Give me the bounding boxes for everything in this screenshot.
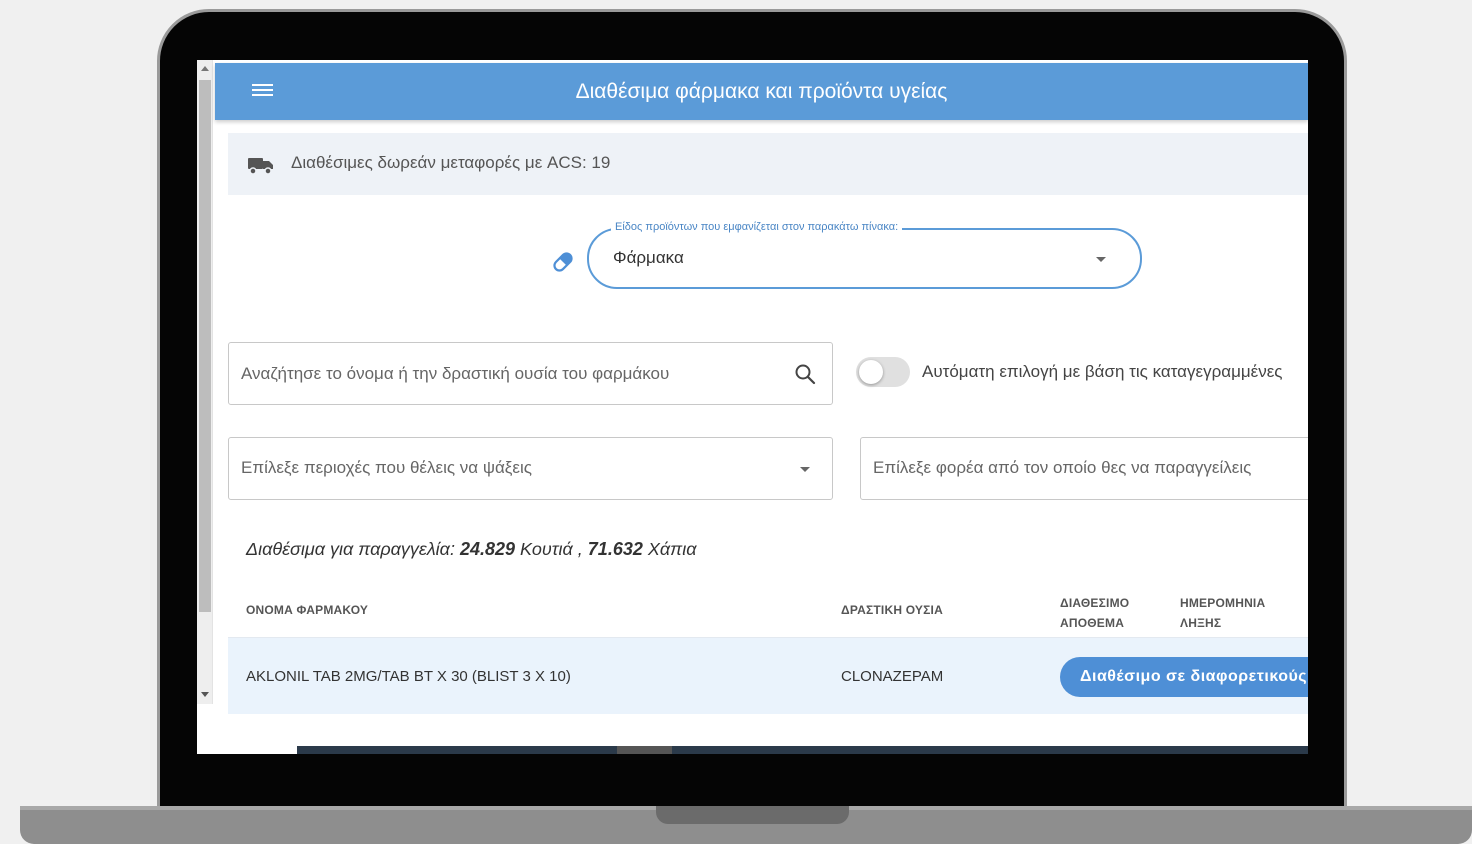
column-header-expiry[interactable]: ΗΜΕΡΟΜΗΝΙΑ ΛΗΞΗΣ bbox=[1180, 593, 1265, 633]
app-screen: Διαθέσιμα φάρμακα και προϊόντα υγείας Δι… bbox=[197, 60, 1308, 754]
column-header-substance[interactable]: ΔΡΑΣΤΙΚΗ ΟΥΣΙΑ bbox=[841, 603, 943, 617]
auto-select-label: Αυτόματη επιλογή με βάση τις καταγεγραμμ… bbox=[922, 362, 1283, 381]
boxes-count: 24.829 bbox=[459, 539, 516, 559]
table-row[interactable]: AKLONIL TAB 2MG/TAB BT X 30 (BLIST 3 X 1… bbox=[228, 637, 1308, 714]
product-type-legend: Είδος προϊόντων που εμφανίζεται στον παρ… bbox=[611, 221, 903, 233]
product-type-value: Φάρμακα bbox=[613, 248, 684, 267]
column-header-stock-line2: ΑΠΟΘΕΜΑ bbox=[1060, 616, 1125, 630]
available-elsewhere-button[interactable]: Διαθέσιμο σε διαφορετικούς bbox=[1060, 657, 1308, 697]
auto-select-toggle[interactable] bbox=[856, 357, 910, 387]
supplier-select-placeholder: Επίλεξε φορέα από τον οποίο θες να παραγ… bbox=[873, 458, 1252, 477]
region-select-placeholder: Επίλεξε περιοχές που θέλεις να ψάξεις bbox=[241, 458, 532, 477]
summary-prefix: Διαθέσιμα για παραγγελία: bbox=[246, 539, 455, 559]
column-header-expiry-line1: ΗΜΕΡΟΜΗΝΙΑ bbox=[1180, 596, 1266, 610]
truck-icon bbox=[248, 158, 273, 175]
pill-icon bbox=[553, 252, 573, 272]
shipping-banner: Διαθέσιμες δωρεάν μεταφορές με ACS: 19 bbox=[228, 133, 1308, 195]
product-type-select[interactable]: Είδος προϊόντων που εμφανίζεται στον παρ… bbox=[587, 221, 1142, 289]
scroll-thumb[interactable] bbox=[199, 80, 211, 612]
pills-label: Χάπια bbox=[647, 539, 697, 559]
app-bar: Διαθέσιμα φάρμακα και προϊόντα υγείας bbox=[215, 63, 1308, 120]
scroll-up-arrow-icon[interactable] bbox=[201, 66, 209, 71]
medicine-search-box bbox=[228, 342, 833, 405]
supplier-select[interactable]: Επίλεξε φορέα από τον οποίο θες να παραγ… bbox=[860, 437, 1308, 500]
column-header-stock-line1: ΔΙΑΘΕΣΙΜΟ bbox=[1060, 596, 1130, 610]
page-scrollbar[interactable] bbox=[197, 60, 213, 704]
pills-count: 71.632 bbox=[587, 539, 643, 559]
laptop-notch bbox=[656, 806, 849, 824]
column-header-stock[interactable]: ΔΙΑΘΕΣΙΜΟ ΑΠΟΘΕΜΑ bbox=[1060, 593, 1129, 633]
search-icon[interactable] bbox=[794, 363, 816, 385]
page-title: Διαθέσιμα φάρμακα και προϊόντα υγείας bbox=[575, 80, 948, 103]
region-select[interactable]: Επίλεξε περιοχές που θέλεις να ψάξεις bbox=[228, 437, 833, 500]
summary-separator: , bbox=[577, 539, 583, 559]
column-header-name[interactable]: ΟΝΟΜΑ ΦΑΡΜΑΚΟΥ bbox=[246, 603, 368, 617]
chevron-down-icon bbox=[800, 467, 810, 472]
boxes-label: Κουτιά bbox=[520, 539, 573, 559]
search-input[interactable] bbox=[241, 343, 791, 404]
chevron-down-icon bbox=[1096, 257, 1106, 262]
column-header-expiry-line2: ΛΗΞΗΣ bbox=[1180, 616, 1222, 630]
laptop-mockup: Διαθέσιμα φάρμακα και προϊόντα υγείας Δι… bbox=[0, 0, 1472, 844]
menu-icon[interactable] bbox=[251, 81, 275, 101]
below-fold-strip-accent bbox=[617, 746, 672, 754]
medicine-name: AKLONIL TAB 2MG/TAB BT X 30 (BLIST 3 X 1… bbox=[246, 668, 571, 685]
toggle-knob bbox=[859, 360, 883, 384]
scroll-down-arrow-icon[interactable] bbox=[201, 692, 209, 697]
availability-summary: Διαθέσιμα για παραγγελία: 24.829 Κουτιά … bbox=[246, 539, 696, 560]
below-fold-strip bbox=[297, 746, 1308, 754]
shipping-text: Διαθέσιμες δωρεάν μεταφορές με ACS: 19 bbox=[291, 153, 611, 172]
active-substance: CLONAZEPAM bbox=[841, 668, 944, 685]
